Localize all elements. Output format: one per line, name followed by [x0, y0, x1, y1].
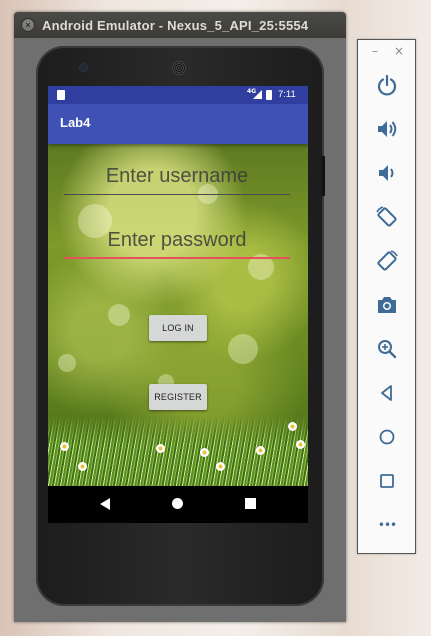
- password-underline: [64, 257, 290, 259]
- signal-icon: [253, 90, 262, 99]
- daisy-flower: [288, 422, 297, 431]
- daisy-flower: [200, 448, 209, 457]
- emulator-toolbar: – × •••: [357, 39, 416, 554]
- nav-recents-icon[interactable]: [245, 498, 256, 509]
- daisy-flower: [216, 462, 225, 471]
- more-icon[interactable]: •••: [374, 512, 400, 538]
- toolbar-minimize-button[interactable]: –: [372, 44, 378, 58]
- device-screen: 4G 7:11 Lab4 Enter username LOG IN REGIS…: [48, 86, 308, 523]
- battery-icon: [266, 90, 272, 100]
- daisy-flower: [296, 440, 305, 449]
- navigation-bar: [48, 486, 308, 523]
- overview-icon[interactable]: [374, 468, 400, 494]
- bokeh-light: [228, 334, 258, 364]
- nav-home-icon[interactable]: [172, 498, 183, 509]
- phone-side-button[interactable]: [322, 156, 325, 196]
- username-underline: [64, 194, 290, 195]
- username-input[interactable]: [64, 160, 290, 192]
- window-title: Android Emulator - Nexus_5_API_25:5554: [42, 18, 309, 33]
- rotate-left-icon[interactable]: [374, 204, 400, 230]
- status-bar: 4G 7:11: [48, 86, 308, 104]
- password-field: [64, 224, 290, 259]
- rotate-right-icon[interactable]: [374, 248, 400, 274]
- emulator-window: × Android Emulator - Nexus_5_API_25:5554…: [14, 12, 346, 622]
- zoom-icon[interactable]: [374, 336, 400, 362]
- login-content: LOG IN REGISTER: [48, 144, 308, 486]
- register-button[interactable]: REGISTER: [149, 384, 207, 410]
- back-icon[interactable]: [374, 380, 400, 406]
- toolbar-close-button[interactable]: ×: [394, 44, 404, 58]
- password-input[interactable]: [64, 224, 290, 256]
- app-bar: Lab4: [48, 104, 308, 144]
- volume-up-icon[interactable]: [374, 116, 400, 142]
- earpiece-speaker: [172, 61, 186, 75]
- front-camera: [80, 64, 87, 71]
- nav-back-icon[interactable]: [100, 498, 110, 510]
- window-close-button[interactable]: ×: [21, 18, 35, 32]
- daisy-flower: [78, 462, 87, 471]
- login-button[interactable]: LOG IN: [149, 315, 207, 341]
- daisy-flower: [256, 446, 265, 455]
- window-titlebar[interactable]: × Android Emulator - Nexus_5_API_25:5554: [14, 12, 346, 38]
- bokeh-light: [108, 304, 130, 326]
- power-icon[interactable]: [374, 72, 400, 98]
- grass-background: [48, 416, 308, 486]
- status-time: 7:11: [278, 89, 296, 100]
- app-title: Lab4: [60, 115, 91, 130]
- sd-card-icon: [57, 90, 65, 100]
- home-icon[interactable]: [374, 424, 400, 450]
- daisy-flower: [156, 444, 165, 453]
- username-field: [64, 160, 290, 195]
- bokeh-light: [58, 354, 76, 372]
- daisy-flower: [60, 442, 69, 451]
- camera-icon[interactable]: [374, 292, 400, 318]
- volume-down-icon[interactable]: [374, 160, 400, 186]
